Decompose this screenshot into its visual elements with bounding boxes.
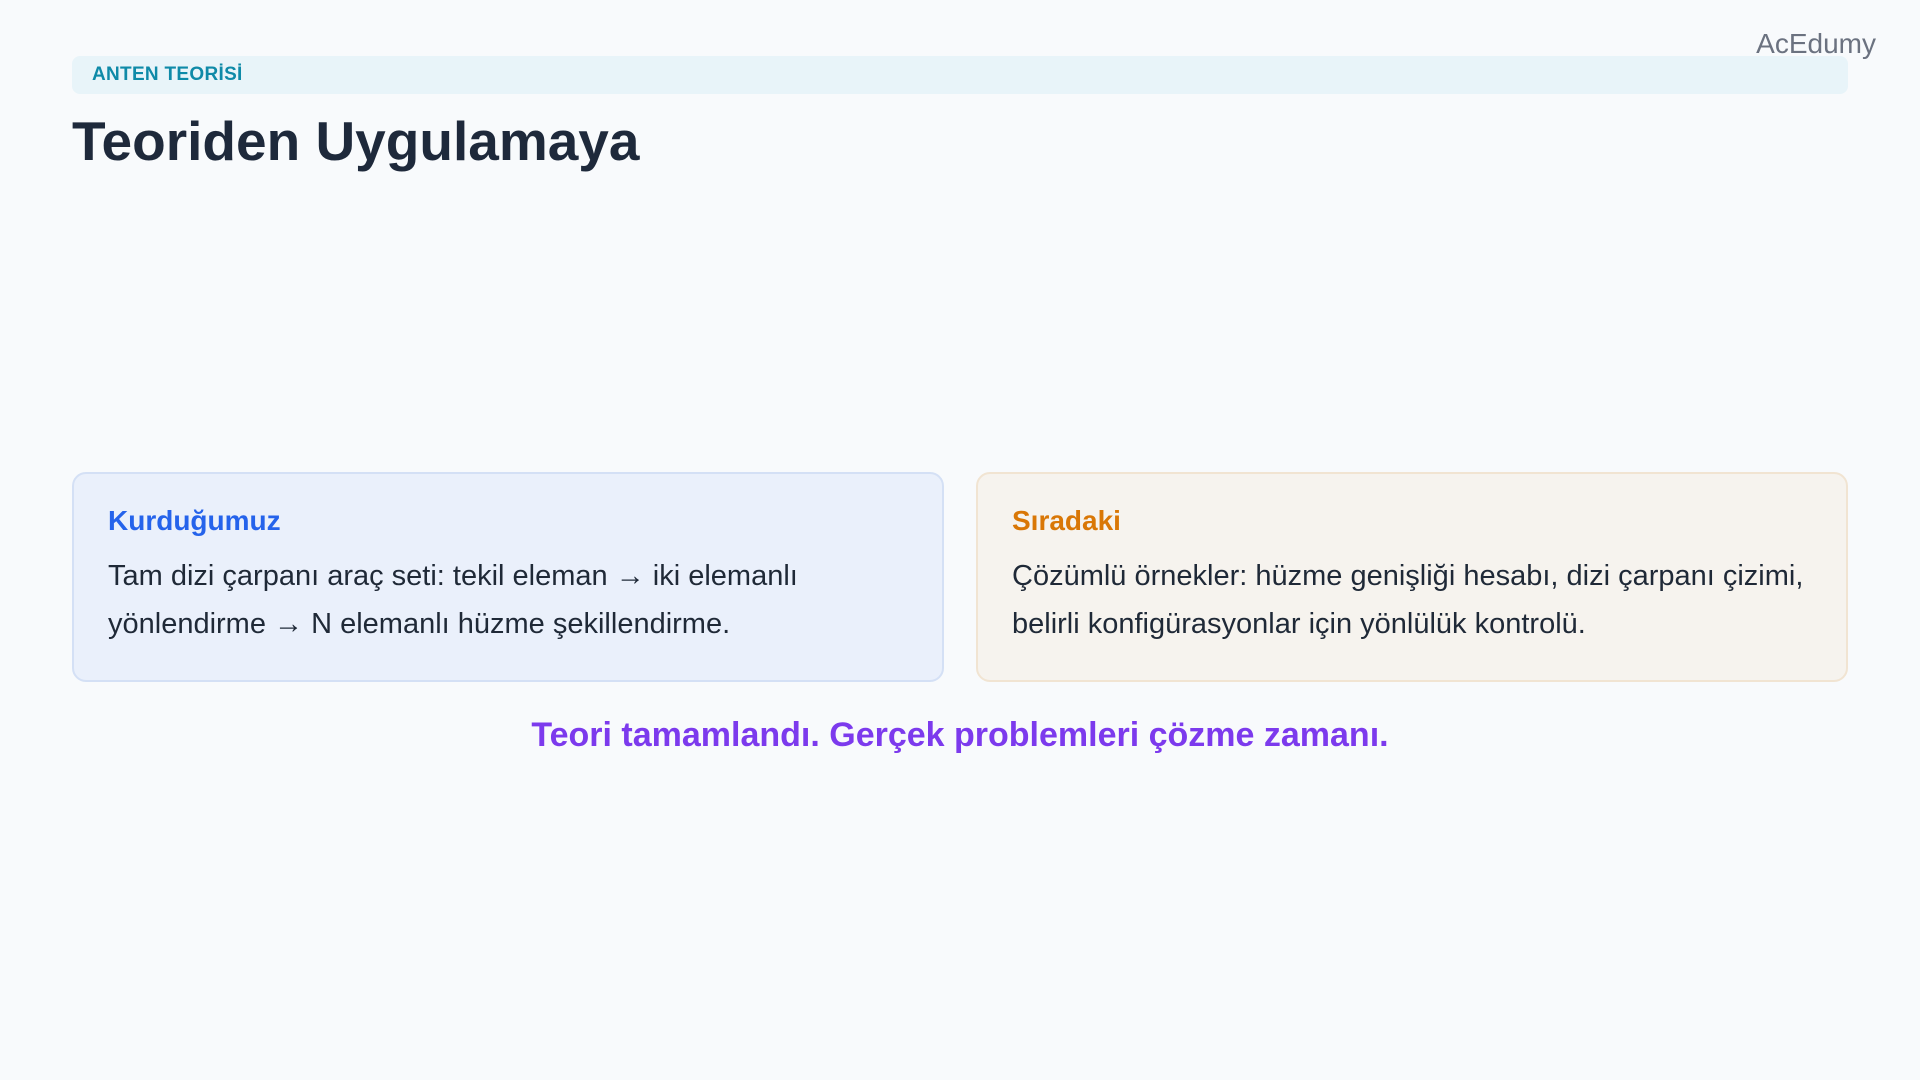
card-built-body: Tam dizi çarpanı araç seti: tekil eleman… [108, 559, 798, 640]
card-built: Kurduğumuz Tam dizi çarpanı araç seti: t… [72, 472, 944, 682]
closing-statement: Teori tamamlandı. Gerçek problemleri çöz… [531, 716, 1389, 754]
section-tag: ANTEN TEORİSİ [92, 64, 243, 85]
card-next-heading: Sıradaki [1012, 505, 1121, 536]
card-next: Sıradaki Çözümlü örnekler: hüzme genişli… [976, 472, 1848, 682]
slide: AcEdumy ANTEN TEORİSİ Teoriden Uygulamay… [0, 0, 1920, 1080]
page-title: Teoriden Uygulamaya [72, 110, 640, 172]
card-next-body: Çözümlü örnekler: hüzme genişliği hesabı… [1012, 559, 1804, 640]
card-row: Kurduğumuz Tam dizi çarpanı araç seti: t… [72, 472, 1848, 682]
card-built-heading: Kurduğumuz [108, 505, 281, 536]
section-bar: ANTEN TEORİSİ [72, 56, 1848, 94]
